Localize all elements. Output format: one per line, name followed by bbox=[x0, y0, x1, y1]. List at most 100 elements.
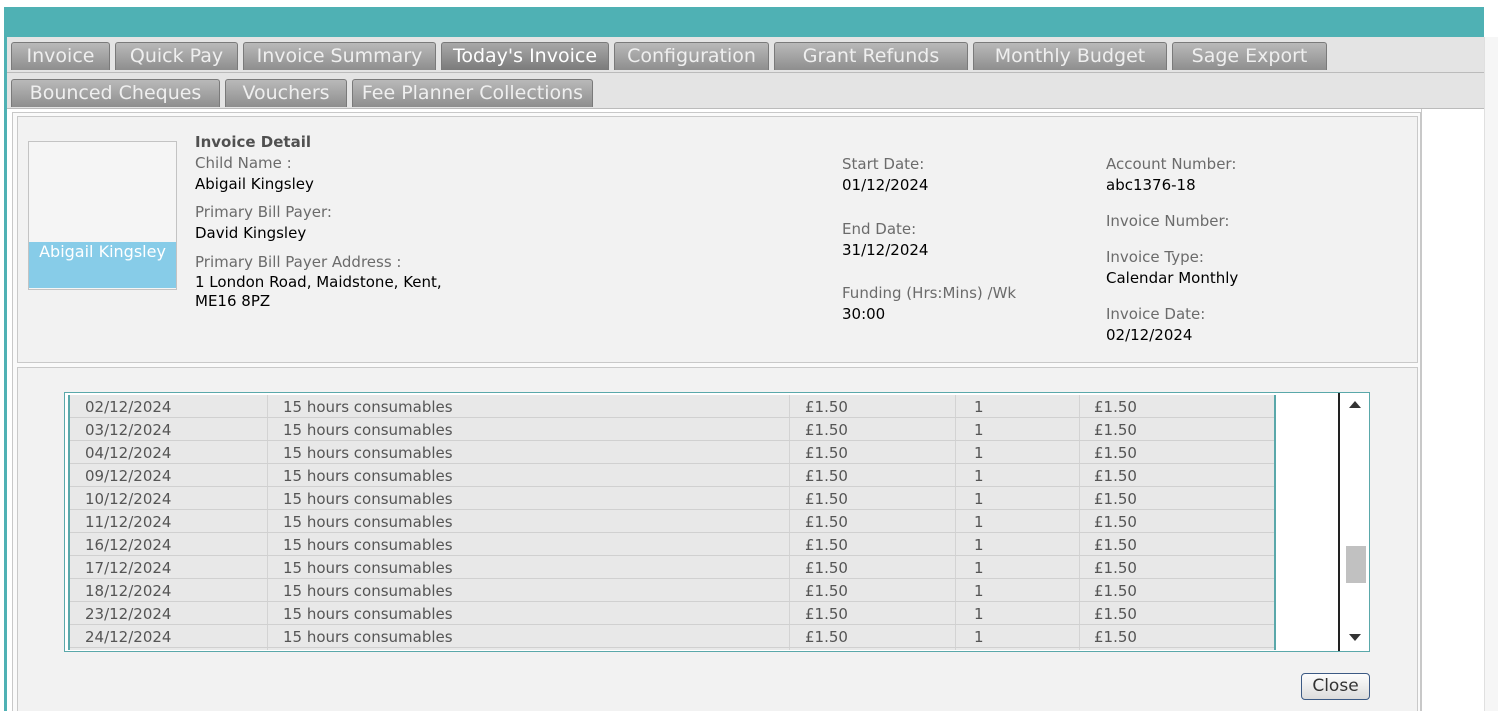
cell-quantity: 1 bbox=[974, 628, 984, 646]
invoice-type-label: Invoice Type: bbox=[1106, 248, 1204, 266]
tab-monthly-budget[interactable]: Monthly Budget bbox=[973, 42, 1167, 70]
cell-quantity: 1 bbox=[974, 559, 984, 577]
table-row[interactable]: 23/12/2024 15 hours consumables £1.50 1 £1.5… bbox=[70, 602, 1274, 625]
cell-date: 10/12/2024 bbox=[85, 490, 172, 508]
tab-grant-refunds[interactable]: Grant Refunds bbox=[774, 42, 968, 70]
table-row[interactable]: 09/12/2024 15 hours consumables £1.50 1 £1.5… bbox=[70, 464, 1274, 487]
cell-description: 15 hours consumables bbox=[283, 467, 453, 485]
cell-total: £1.50 bbox=[1094, 421, 1137, 439]
cell-price: £1.50 bbox=[805, 628, 848, 646]
bill-payer-address-label: Primary Bill Payer Address : bbox=[195, 253, 402, 271]
tab-invoice[interactable]: Invoice bbox=[11, 42, 110, 70]
app-header-bar bbox=[4, 7, 1484, 37]
tab-invoice-summary[interactable]: Invoice Summary bbox=[243, 42, 436, 70]
cell-description: 15 hours consumables bbox=[283, 582, 453, 600]
cell-quantity: 1 bbox=[974, 513, 984, 531]
cell-total: £1.50 bbox=[1094, 536, 1137, 554]
table-row[interactable]: 17/12/2024 15 hours consumables £1.50 1 £1.5… bbox=[70, 556, 1274, 579]
grid-scrollbar[interactable] bbox=[1338, 393, 1369, 651]
cell-date: 04/12/2024 bbox=[85, 444, 172, 462]
bill-payer-value: David Kingsley bbox=[195, 224, 307, 242]
cell-total: £1.50 bbox=[1094, 467, 1137, 485]
cell-description: 15 hours consumables bbox=[283, 628, 453, 646]
invoice-lines-rows: 02/12/2024 15 hours consumables £1.50 1 £1.5… bbox=[68, 395, 1276, 650]
cell-quantity: 1 bbox=[974, 605, 984, 623]
invoice-number-label: Invoice Number: bbox=[1106, 212, 1230, 230]
cell-date: 11/12/2024 bbox=[85, 513, 172, 531]
cell-price: £1.50 bbox=[805, 421, 848, 439]
cell-date: 03/12/2024 bbox=[85, 421, 172, 439]
funding-label: Funding (Hrs:Mins) /Wk bbox=[842, 284, 1017, 302]
account-number-label: Account Number: bbox=[1106, 155, 1237, 173]
account-number-value: abc1376-18 bbox=[1106, 176, 1196, 194]
bill-payer-address-line2: ME16 8PZ bbox=[195, 292, 271, 310]
cell-price: £1.50 bbox=[805, 513, 848, 531]
end-date-value: 31/12/2024 bbox=[842, 241, 929, 259]
cell-date: 23/12/2024 bbox=[85, 605, 172, 623]
funding-value: 30:00 bbox=[842, 305, 886, 323]
cell-total: £1.50 bbox=[1094, 605, 1137, 623]
invoice-date-value: 02/12/2024 bbox=[1106, 326, 1193, 344]
cell-description: 15 hours consumables bbox=[283, 421, 453, 439]
cell-price: £1.50 bbox=[805, 398, 848, 416]
cell-price: £1.50 bbox=[805, 582, 848, 600]
tab-fee-planner-collections[interactable]: Fee Planner Collections bbox=[352, 79, 593, 107]
tab-configuration[interactable]: Configuration bbox=[614, 42, 769, 70]
table-row[interactable]: 18/12/2024 15 hours consumables £1.50 1 £1.5… bbox=[70, 579, 1274, 602]
tab-quick-pay[interactable]: Quick Pay bbox=[115, 42, 238, 70]
cell-price: £1.50 bbox=[805, 559, 848, 577]
tab-vouchers[interactable]: Vouchers bbox=[225, 79, 347, 107]
tab-sage-export[interactable]: Sage Export bbox=[1172, 42, 1327, 70]
close-button[interactable]: Close bbox=[1301, 673, 1370, 700]
cell-price: £1.50 bbox=[805, 444, 848, 462]
table-row[interactable]: 16/12/2024 15 hours consumables £1.50 1 £1.5… bbox=[70, 533, 1274, 556]
cell-quantity: 1 bbox=[974, 582, 984, 600]
cell-description: 15 hours consumables bbox=[283, 559, 453, 577]
cell-price: £1.50 bbox=[805, 536, 848, 554]
cell-description: 15 hours consumables bbox=[283, 444, 453, 462]
tab-todays-invoice[interactable]: Today's Invoice bbox=[441, 42, 609, 70]
tab-row-divider bbox=[7, 72, 1484, 73]
cell-quantity: 1 bbox=[974, 444, 984, 462]
cell-price: £1.50 bbox=[805, 605, 848, 623]
cell-price: £1.50 bbox=[805, 490, 848, 508]
invoice-lines-grid[interactable]: 02/12/2024 15 hours consumables £1.50 1 £1.5… bbox=[64, 392, 1370, 652]
cell-date: 24/12/2024 bbox=[85, 628, 172, 646]
cell-date: 16/12/2024 bbox=[85, 536, 172, 554]
table-row[interactable]: 02/12/2024 15 hours consumables £1.50 1 £1.5… bbox=[70, 395, 1274, 418]
page-scroll-edge bbox=[1484, 37, 1498, 711]
cell-date: 02/12/2024 bbox=[85, 398, 172, 416]
cell-date: 17/12/2024 bbox=[85, 559, 172, 577]
cell-description: 15 hours consumables bbox=[283, 513, 453, 531]
table-row[interactable]: 04/12/2024 15 hours consumables £1.50 1 £1.5… bbox=[70, 441, 1274, 464]
cell-description: 15 hours consumables bbox=[283, 536, 453, 554]
cell-quantity: 1 bbox=[974, 398, 984, 416]
cell-description: 15 hours consumables bbox=[283, 398, 453, 416]
cell-description: 15 hours consumables bbox=[283, 605, 453, 623]
table-row[interactable]: 10/12/2024 15 hours consumables £1.50 1 £1.5… bbox=[70, 487, 1274, 510]
child-photo: Abigail Kingsley bbox=[28, 141, 177, 290]
invoice-date-label: Invoice Date: bbox=[1106, 305, 1206, 323]
scroll-up-arrow-icon[interactable] bbox=[1349, 401, 1361, 408]
cell-total: £1.50 bbox=[1094, 513, 1137, 531]
cell-date: 18/12/2024 bbox=[85, 582, 172, 600]
cell-quantity: 1 bbox=[974, 490, 984, 508]
table-row[interactable]: 11/12/2024 15 hours consumables £1.50 1 £1.5… bbox=[70, 510, 1274, 533]
table-row[interactable]: 24/12/2024 15 hours consumables £1.50 1 £1.5… bbox=[70, 625, 1274, 648]
tab-bounced-cheques[interactable]: Bounced Cheques bbox=[11, 79, 220, 107]
cell-date: 09/12/2024 bbox=[85, 467, 172, 485]
table-row[interactable]: 03/12/2024 15 hours consumables £1.50 1 £1.5… bbox=[70, 418, 1274, 441]
child-photo-name: Abigail Kingsley bbox=[29, 242, 176, 288]
invoice-type-value: Calendar Monthly bbox=[1106, 269, 1239, 287]
start-date-label: Start Date: bbox=[842, 155, 925, 173]
cell-quantity: 1 bbox=[974, 536, 984, 554]
scrollbar-thumb[interactable] bbox=[1346, 546, 1366, 583]
scroll-down-arrow-icon[interactable] bbox=[1349, 634, 1361, 641]
cell-total: £1.50 bbox=[1094, 559, 1137, 577]
start-date-value: 01/12/2024 bbox=[842, 176, 929, 194]
cell-quantity: 1 bbox=[974, 467, 984, 485]
dialog-right-margin bbox=[1421, 109, 1485, 711]
cell-total: £1.50 bbox=[1094, 444, 1137, 462]
bill-payer-address-line1: 1 London Road, Maidstone, Kent, bbox=[195, 273, 442, 291]
child-name-value: Abigail Kingsley bbox=[195, 175, 314, 193]
